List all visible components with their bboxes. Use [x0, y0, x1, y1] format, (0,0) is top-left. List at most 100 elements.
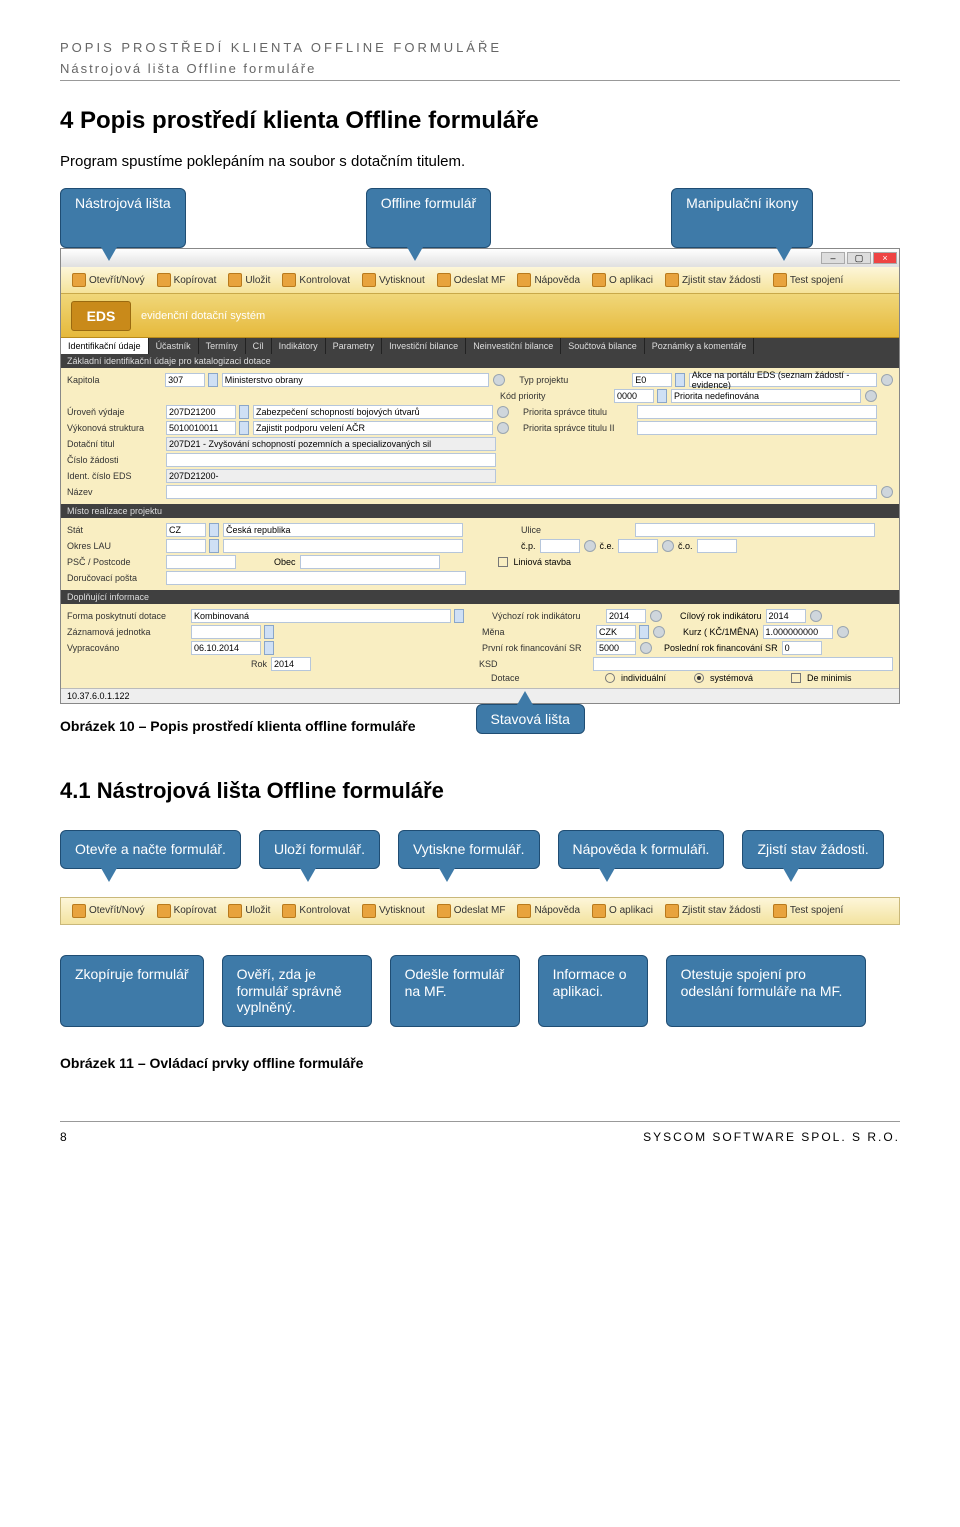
dropdown-icon[interactable] — [209, 539, 219, 553]
print-button[interactable]: Vytisknout — [357, 271, 430, 289]
kapitola-text[interactable]: Ministerstvo obrany — [222, 373, 490, 387]
vyprac-field[interactable]: 06.10.2014 — [191, 641, 261, 655]
cp-label: č.p. — [521, 541, 536, 551]
dropdown-icon[interactable] — [657, 389, 667, 403]
priorita2-field[interactable] — [637, 421, 877, 435]
prvni-field[interactable]: 5000 — [596, 641, 636, 655]
dropdown-icon[interactable] — [454, 609, 464, 623]
ksd-field[interactable] — [593, 657, 893, 671]
footer-company: SYSCOM SOFTWARE SPOL. S R.O. — [643, 1130, 900, 1144]
info-icon[interactable] — [810, 610, 822, 622]
check-button[interactable]: Kontrolovat — [277, 271, 355, 289]
uroven-text[interactable]: Zabezpečení schopností bojových útvarů — [253, 405, 493, 419]
kurz-field[interactable]: 1.000000000 — [763, 625, 833, 639]
help-button-2[interactable]: Nápověda — [512, 902, 585, 920]
dotace-radio-individual[interactable] — [605, 673, 615, 683]
tab-terminy[interactable]: Termíny — [199, 338, 246, 354]
cp-field[interactable] — [540, 539, 580, 553]
ulice-field[interactable] — [635, 523, 875, 537]
obec-field[interactable] — [300, 555, 440, 569]
info-icon[interactable] — [493, 374, 505, 386]
copy-button[interactable]: Kopírovat — [152, 271, 222, 289]
open-button[interactable]: Otevřít/Nový — [67, 271, 150, 289]
test-button[interactable]: Test spojení — [768, 271, 848, 289]
copy-button-2[interactable]: Kopírovat — [152, 902, 222, 920]
info-icon[interactable] — [497, 406, 509, 418]
send-button[interactable]: Odeslat MF — [432, 271, 511, 289]
vykon-field[interactable]: 5010010011 — [166, 421, 236, 435]
typ-text[interactable]: Akce na portálu EDS (seznam žádostí - ev… — [689, 373, 877, 387]
vykon-text[interactable]: Zajistit podporu velení AČR — [253, 421, 493, 435]
deminimis-checkbox[interactable] — [791, 673, 801, 683]
close-button[interactable]: × — [873, 252, 897, 264]
okres-field[interactable] — [166, 539, 206, 553]
tab-ucastnik[interactable]: Účastník — [149, 338, 199, 354]
kapitola-field[interactable]: 307 — [165, 373, 205, 387]
rok-field[interactable]: 2014 — [271, 657, 311, 671]
info-icon[interactable] — [881, 374, 893, 386]
info-icon[interactable] — [662, 540, 674, 552]
about-button-2[interactable]: O aplikaci — [587, 902, 658, 920]
calendar-icon[interactable] — [264, 641, 274, 655]
dropdown-icon[interactable] — [239, 421, 249, 435]
info-icon[interactable] — [881, 486, 893, 498]
info-icon[interactable] — [650, 610, 662, 622]
priorita1-field[interactable] — [637, 405, 877, 419]
minimize-button[interactable]: – — [821, 252, 845, 264]
vychozi-field[interactable]: 2014 — [606, 609, 646, 623]
ce-field[interactable] — [618, 539, 658, 553]
tab-invest[interactable]: Investiční bilance — [382, 338, 466, 354]
dotace-radio-system[interactable] — [694, 673, 704, 683]
tab-indikatory[interactable]: Indikátory — [272, 338, 326, 354]
maximize-button[interactable]: ▢ — [847, 252, 871, 264]
tab-ident[interactable]: Identifikační údaje — [61, 338, 149, 354]
co-field[interactable] — [697, 539, 737, 553]
dropdown-icon[interactable] — [675, 373, 685, 387]
uroven-field[interactable]: 207D21200 — [166, 405, 236, 419]
psc-field[interactable] — [166, 555, 236, 569]
state-button-2[interactable]: Zjistit stav žádosti — [660, 902, 766, 920]
info-icon[interactable] — [640, 642, 652, 654]
info-icon[interactable] — [837, 626, 849, 638]
state-button[interactable]: Zjistit stav žádosti — [660, 271, 766, 289]
dropdown-icon[interactable] — [639, 625, 649, 639]
tab-parametry[interactable]: Parametry — [326, 338, 383, 354]
nazev-field[interactable] — [166, 485, 877, 499]
save-button[interactable]: Uložit — [223, 271, 275, 289]
info-icon[interactable] — [865, 390, 877, 402]
test-button-2[interactable]: Test spojení — [768, 902, 848, 920]
kod-field[interactable]: 0000 — [614, 389, 654, 403]
dropdown-icon[interactable] — [264, 625, 274, 639]
stat-text[interactable]: Česká republika — [223, 523, 463, 537]
tab-poznamky[interactable]: Poznámky a komentáře — [645, 338, 755, 354]
open-button-2[interactable]: Otevřít/Nový — [67, 902, 150, 920]
tab-cil[interactable]: Cíl — [246, 338, 272, 354]
typ-field[interactable]: E0 — [632, 373, 672, 387]
zaznam-field[interactable] — [191, 625, 261, 639]
dropdown-icon[interactable] — [239, 405, 249, 419]
kod-text[interactable]: Priorita nedefinována — [671, 389, 861, 403]
info-icon[interactable] — [653, 626, 665, 638]
print-button-2[interactable]: Vytisknout — [357, 902, 430, 920]
mena-field[interactable]: CZK — [596, 625, 636, 639]
okres-text[interactable] — [223, 539, 463, 553]
forma-field[interactable]: Kombinovaná — [191, 609, 451, 623]
posta-field[interactable] — [166, 571, 466, 585]
cilovy-field[interactable]: 2014 — [766, 609, 806, 623]
check-button-2[interactable]: Kontrolovat — [277, 902, 355, 920]
stat-field[interactable]: CZ — [166, 523, 206, 537]
send-button-2[interactable]: Odeslat MF — [432, 902, 511, 920]
help-button[interactable]: Nápověda — [512, 271, 585, 289]
dropdown-icon[interactable] — [209, 523, 219, 537]
info-icon[interactable] — [497, 422, 509, 434]
cilovy-label: Cílový rok indikátoru — [680, 611, 762, 621]
info-icon[interactable] — [584, 540, 596, 552]
about-button[interactable]: O aplikaci — [587, 271, 658, 289]
dropdown-icon[interactable] — [208, 373, 218, 387]
posledni-field[interactable]: 0 — [782, 641, 822, 655]
tab-neinvest[interactable]: Neinvestiční bilance — [466, 338, 561, 354]
tab-souctova[interactable]: Součtová bilance — [561, 338, 645, 354]
save-button-2[interactable]: Uložit — [223, 902, 275, 920]
cislo-field[interactable] — [166, 453, 496, 467]
liniova-checkbox[interactable] — [498, 557, 508, 567]
